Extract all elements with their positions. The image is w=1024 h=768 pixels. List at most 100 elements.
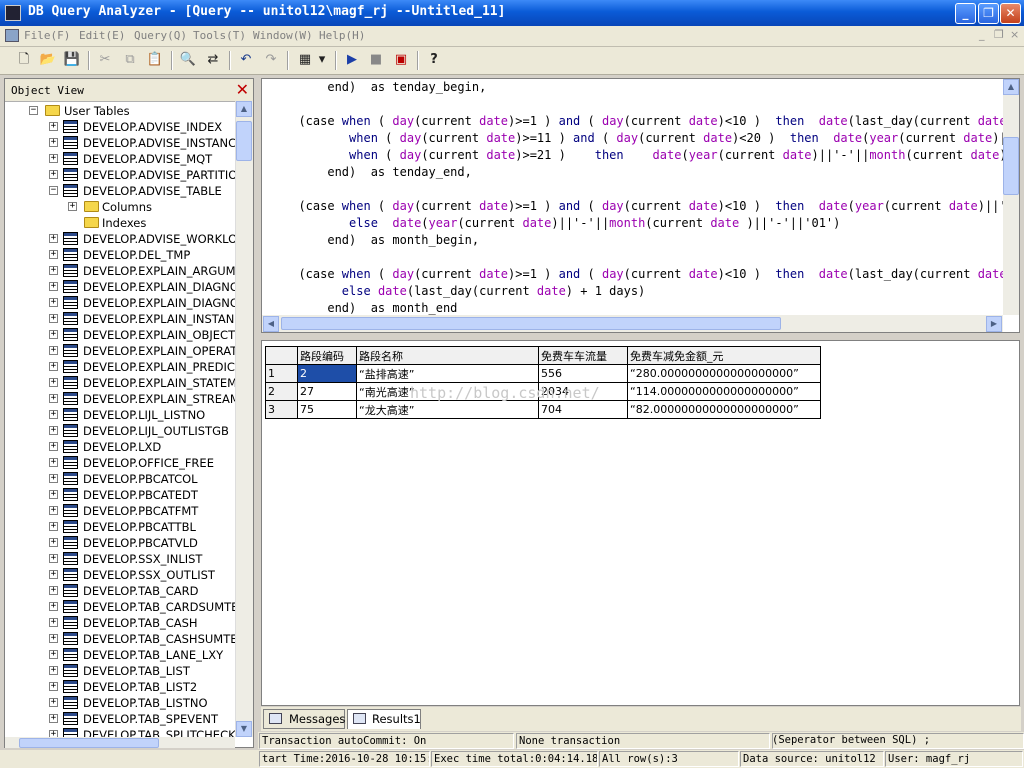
tree-hscroll-thumb[interactable] xyxy=(19,738,159,748)
column-header-free-amount[interactable]: 免费车减免金额_元 xyxy=(627,346,821,365)
code-line[interactable]: (case when ( day(current date)>=1 ) and … xyxy=(284,199,1003,216)
code-line[interactable]: else date(year(current date)||'-'||month… xyxy=(284,216,840,233)
tree-item[interactable]: + DEVELOP.TAB_CASHSUMTE xyxy=(5,631,235,647)
tree-item[interactable]: + DEVELOP.LIJL_LISTNO xyxy=(5,407,235,423)
grid-cell[interactable]: 2034 xyxy=(538,382,628,401)
table-row[interactable]: 3 75 “龙大高速” 704 “82.00000000000000000000… xyxy=(265,400,821,419)
expand-icon[interactable]: + xyxy=(49,634,58,643)
scroll-up-arrow-icon[interactable]: ▲ xyxy=(1003,79,1019,95)
grid-mode-icon[interactable]: ▦ xyxy=(296,51,314,69)
tree-item[interactable]: + DEVELOP.ADVISE_PARTITIO xyxy=(5,167,235,183)
expand-icon[interactable]: + xyxy=(49,442,58,451)
tree-item[interactable]: + Columns xyxy=(5,199,235,215)
expand-icon[interactable]: + xyxy=(49,522,58,531)
tree-item[interactable]: + DEVELOP.TAB_LANE_LXY xyxy=(5,647,235,663)
grid-cell[interactable]: “82.00000000000000000000” xyxy=(627,400,821,419)
row-number[interactable]: 3 xyxy=(265,400,298,419)
editor-vertical-scrollbar[interactable]: ▲ xyxy=(1003,79,1019,315)
tree-item[interactable]: + DEVELOP.EXPLAIN_DIAGNOS xyxy=(5,295,235,311)
tree-item[interactable]: Indexes xyxy=(5,215,235,231)
expand-icon[interactable]: + xyxy=(49,570,58,579)
tree-item[interactable]: + DEVELOP.ADVISE_INSTANCE xyxy=(5,135,235,151)
column-header-free-traffic[interactable]: 免费车车流量 xyxy=(538,346,628,365)
tree-item[interactable]: + DEVELOP.EXPLAIN_OPERAT xyxy=(5,343,235,359)
expand-icon[interactable]: + xyxy=(49,458,58,467)
tree-item[interactable]: − User Tables xyxy=(5,103,235,119)
expand-icon[interactable]: + xyxy=(49,538,58,547)
expand-icon[interactable]: + xyxy=(49,730,58,737)
expand-icon[interactable]: + xyxy=(49,554,58,563)
grid-cell[interactable]: “114.0000000000000000000” xyxy=(627,382,821,401)
column-header-road-name[interactable]: 路段名称 xyxy=(356,346,539,365)
collapse-icon[interactable]: − xyxy=(49,186,58,195)
grid-cell[interactable]: “南光高速” xyxy=(356,382,539,401)
tab-messages[interactable]: Messages xyxy=(263,709,345,729)
tree-item[interactable]: + DEVELOP.TAB_CARD xyxy=(5,583,235,599)
tree-item[interactable]: + DEVELOP.PBCATVLD xyxy=(5,535,235,551)
sql-editor[interactable]: end) as tenday_begin, (case when ( day(c… xyxy=(261,78,1020,333)
tree-item[interactable]: + DEVELOP.TAB_LIST xyxy=(5,663,235,679)
tree-scroll-thumb[interactable] xyxy=(236,121,252,161)
expand-icon[interactable]: + xyxy=(49,234,58,243)
tree-item[interactable]: + DEVELOP.EXPLAIN_STREAM xyxy=(5,391,235,407)
expand-icon[interactable]: + xyxy=(49,586,58,595)
tree-item[interactable]: + DEVELOP.PBCATCOL xyxy=(5,471,235,487)
tree-item[interactable]: + DEVELOP.EXPLAIN_OBJECT xyxy=(5,327,235,343)
scroll-left-arrow-icon[interactable]: ◀ xyxy=(263,316,279,332)
new-icon[interactable]: 🗋 xyxy=(15,51,33,69)
grid-cell[interactable]: 704 xyxy=(538,400,628,419)
menu-edit[interactable]: Edit(E) xyxy=(79,29,125,42)
maximize-button[interactable]: ❐ xyxy=(978,3,999,24)
table-row[interactable]: 1 2 “盐排高速” 556 “280.0000000000000000000” xyxy=(265,364,821,383)
grid-cell[interactable]: 2 xyxy=(297,364,357,383)
tree-horizontal-scrollbar[interactable] xyxy=(5,737,235,748)
stop-icon[interactable]: ■ xyxy=(367,51,385,69)
dropdown-arrow-icon[interactable]: ▾ xyxy=(316,51,328,69)
results-grid[interactable]: 路段编码 路段名称 免费车车流量 免费车减免金额_元 1 2 “盐排高速” 55… xyxy=(265,346,821,419)
grid-cell[interactable]: “盐排高速” xyxy=(356,364,539,383)
scroll-right-arrow-icon[interactable]: ▶ xyxy=(986,316,1002,332)
expand-icon[interactable]: + xyxy=(49,170,58,179)
grid-cell[interactable]: 27 xyxy=(297,382,357,401)
editor-horizontal-scrollbar[interactable]: ◀ ▶ xyxy=(262,315,1003,332)
mdi-restore-button[interactable]: ❐ xyxy=(994,28,1004,41)
tree-item[interactable]: + DEVELOP.EXPLAIN_STATEM xyxy=(5,375,235,391)
tab-results1[interactable]: Results1 xyxy=(347,709,421,729)
paste-icon[interactable]: 📋 xyxy=(146,51,164,69)
grid-cell[interactable]: “280.0000000000000000000” xyxy=(627,364,821,383)
expand-icon[interactable]: + xyxy=(49,362,58,371)
tree-item[interactable]: + DEVELOP.PBCATTBL xyxy=(5,519,235,535)
mdi-minimize-button[interactable]: _ xyxy=(979,28,985,41)
tree-item[interactable]: + DEVELOP.EXPLAIN_DIAGNOS xyxy=(5,279,235,295)
expand-icon[interactable]: + xyxy=(49,266,58,275)
expand-icon[interactable]: + xyxy=(49,138,58,147)
help-icon[interactable]: ? xyxy=(425,51,443,69)
tree-item[interactable]: + DEVELOP.PBCATEDT xyxy=(5,487,235,503)
execute-icon[interactable]: ▶ xyxy=(343,51,361,69)
expand-icon[interactable]: + xyxy=(49,378,58,387)
expand-icon[interactable]: + xyxy=(49,682,58,691)
grid-cell[interactable]: 556 xyxy=(538,364,628,383)
tree-item[interactable]: + DEVELOP.OFFICE_FREE xyxy=(5,455,235,471)
row-number[interactable]: 1 xyxy=(265,364,298,383)
expand-icon[interactable]: + xyxy=(49,426,58,435)
code-line[interactable]: else date(last_day(current date) + 1 day… xyxy=(284,284,645,301)
find-icon[interactable]: 🔍 xyxy=(179,51,197,69)
mdi-close-button[interactable]: × xyxy=(1010,28,1019,41)
tree-item[interactable]: + DEVELOP.TAB_SPEVENT xyxy=(5,711,235,727)
expand-icon[interactable]: + xyxy=(49,650,58,659)
tree-item[interactable]: + DEVELOP.SSX_OUTLIST xyxy=(5,567,235,583)
scroll-down-arrow-icon[interactable]: ▼ xyxy=(236,721,252,737)
execute-plan-icon[interactable]: ▣ xyxy=(392,51,410,69)
tree-item[interactable]: + DEVELOP.EXPLAIN_PREDICA xyxy=(5,359,235,375)
code-line[interactable]: end) as tenday_end, xyxy=(284,165,472,182)
sql-code-area[interactable]: end) as tenday_begin, (case when ( day(c… xyxy=(262,79,1003,315)
expand-icon[interactable]: + xyxy=(49,490,58,499)
cut-icon[interactable]: ✂ xyxy=(96,51,114,69)
column-header-road-code[interactable]: 路段编码 xyxy=(297,346,357,365)
expand-icon[interactable]: + xyxy=(49,154,58,163)
tree-item[interactable]: + DEVELOP.ADVISE_MQT xyxy=(5,151,235,167)
minimize-button[interactable]: _ xyxy=(955,3,976,24)
expand-icon[interactable]: + xyxy=(49,250,58,259)
expand-icon[interactable]: + xyxy=(49,122,58,131)
